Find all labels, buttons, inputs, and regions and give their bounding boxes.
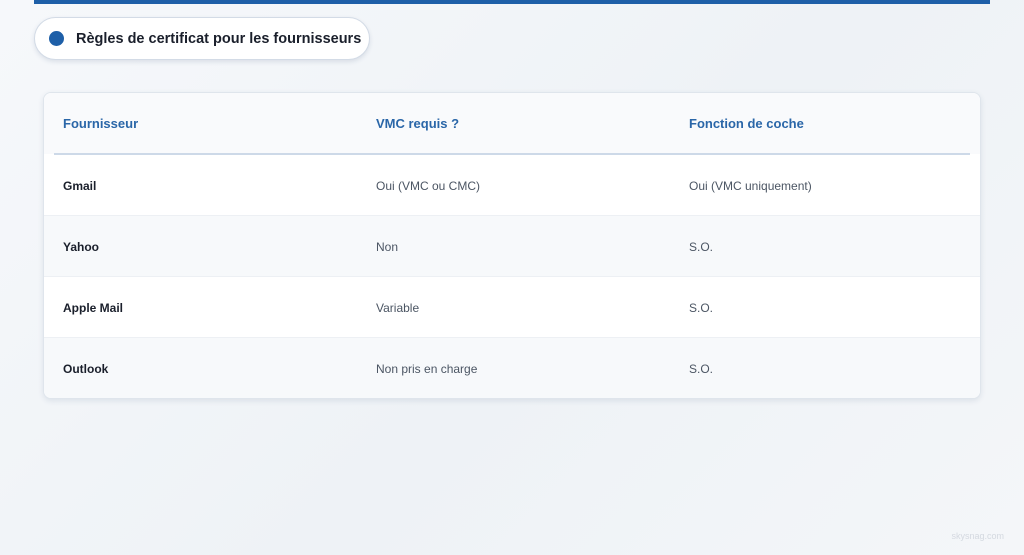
checkmark-cell: S.O. [689, 240, 714, 254]
provider-cell: Yahoo [63, 240, 100, 254]
vmc-required-cell: Variable [376, 301, 420, 315]
table-row: Yahoo Non S.O. [44, 216, 980, 277]
table-row: Outlook Non pris en charge S.O. [44, 338, 980, 398]
section-title-pill: Règles de certificat pour les fournisseu… [34, 17, 370, 60]
vmc-required-cell: Non [376, 240, 399, 254]
vmc-required-cell: Non pris en charge [376, 362, 478, 376]
bullet-dot-icon [49, 31, 64, 46]
page-title: Règles de certificat pour les fournisseu… [76, 30, 362, 47]
column-header-vmc-required: VMC requis ? [376, 116, 460, 131]
provider-cell: Gmail [63, 179, 97, 193]
provider-cell: Outlook [63, 362, 109, 376]
watermark-text: skysnag.com [951, 531, 1004, 541]
provider-cell: Apple Mail [63, 301, 124, 315]
checkmark-cell: Oui (VMC uniquement) [689, 179, 812, 193]
checkmark-cell: S.O. [689, 362, 714, 376]
vmc-required-cell: Oui (VMC ou CMC) [376, 179, 481, 193]
table-header: Fournisseur VMC requis ? Fonction de coc… [44, 93, 980, 154]
top-accent-bar [34, 0, 990, 4]
provider-rules-table: Fournisseur VMC requis ? Fonction de coc… [43, 92, 981, 399]
column-header-provider: Fournisseur [63, 116, 139, 131]
table-row: Apple Mail Variable S.O. [44, 277, 980, 338]
column-header-checkmark: Fonction de coche [689, 116, 804, 131]
checkmark-cell: S.O. [689, 301, 714, 315]
table-row: Gmail Oui (VMC ou CMC) Oui (VMC uniqueme… [44, 155, 980, 216]
